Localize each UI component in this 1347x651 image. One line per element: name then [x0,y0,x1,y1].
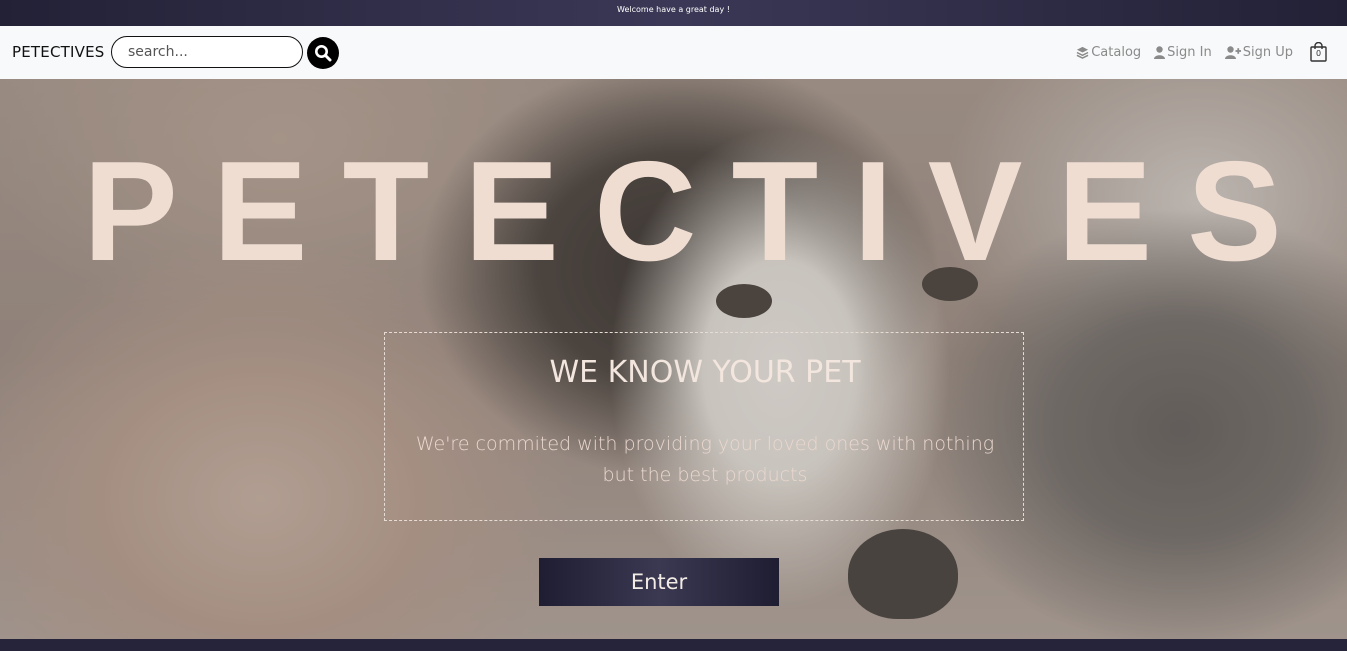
footer-strip [0,639,1347,651]
nav-sign-up-label: Sign Up [1242,44,1293,60]
hero-text-box: WE KNOW YOUR PET We're commited with pro… [384,332,1024,521]
hero-section: PETECTIVES WE KNOW YOUR PET We're commit… [0,79,1347,639]
user-plus-icon [1224,45,1241,59]
search-button[interactable] [307,37,339,69]
search-input[interactable] [111,36,303,68]
cart-count: 0 [1315,49,1322,58]
nav-sign-in-label: Sign In [1167,44,1212,60]
brand-logo[interactable]: PETECTIVES [12,43,104,61]
navbar: PETECTIVES Catalog Sign In [0,26,1347,79]
nav-catalog-link[interactable]: Catalog [1076,45,1141,60]
top-banner-text: Welcome have a great day ! [617,5,730,14]
cart-button[interactable]: 0 [1310,42,1327,62]
nav-sign-up-link[interactable]: Sign Up [1224,44,1293,60]
hero-subtitle: WE KNOW YOUR PET [549,355,861,390]
hero-description: We're commited with providing your loved… [415,433,995,486]
nav-catalog-label: Catalog [1091,44,1142,60]
nav-sign-in-link[interactable]: Sign In [1154,45,1212,60]
hero-title: PETECTIVES [83,132,1317,291]
nav-links: Catalog Sign In Sign Up 0 [1076,41,1327,63]
user-icon [1154,45,1166,59]
search-icon [315,45,332,62]
top-banner: Welcome have a great day ! [0,0,1347,26]
layers-icon [1076,46,1089,59]
enter-button[interactable]: Enter [539,558,779,606]
